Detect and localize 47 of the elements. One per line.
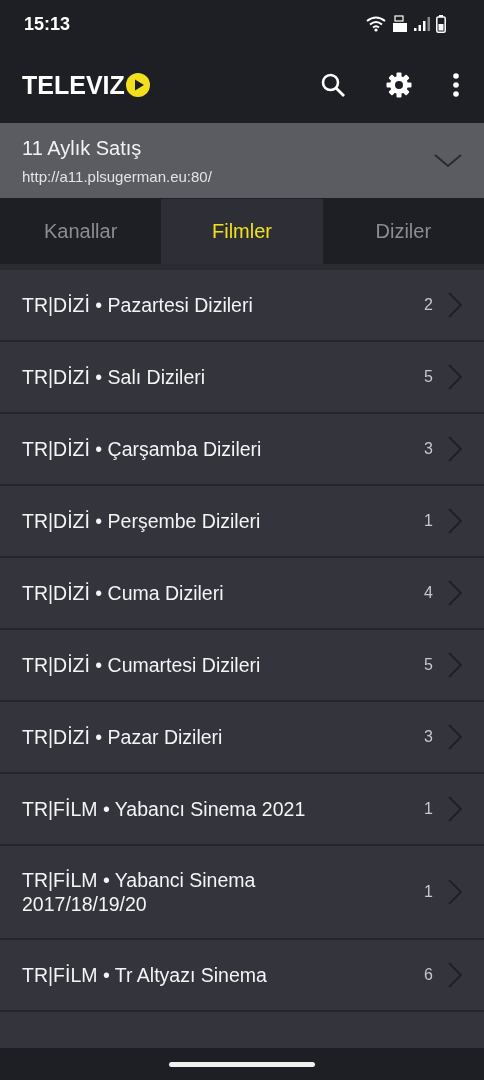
more-icon[interactable] [452,72,460,98]
category-row[interactable]: TR|DİZİ • Cuma Dizileri 4 [0,558,484,630]
category-title: TR|DİZİ • Çarşamba Dizileri [22,437,263,461]
settings-icon[interactable] [386,72,412,98]
category-title: TR|FİLM • Yabancı Sinema 2021 [22,797,307,821]
status-time: 15:13 [24,13,71,35]
item-count: 3 [424,440,434,458]
item-count: 5 [424,656,434,674]
category-title: TR|DİZİ • Perşembe Dizileri [22,509,262,533]
category-title: TR|DİZİ • Pazar Dizileri [22,725,224,749]
category-row[interactable]: TR|FİLM • Yabancı Sinema 2021 1 [0,774,484,846]
item-count: 1 [424,800,434,818]
category-title: TR|FİLM • Tr Altyazı Sinema [22,963,268,987]
category-title: TR|FİLM • Yabanci Sinema 2017/18/19/20 [22,868,257,916]
battery-icon [436,15,446,33]
category-row[interactable]: TR|DİZİ • Çarşamba Dizileri 3 [0,414,484,486]
item-count: 1 [424,512,434,530]
logo-text: TELEVIZ [22,70,125,100]
wifi-icon [366,16,386,32]
item-count: 2 [424,296,434,314]
item-count: 3 [424,728,434,746]
category-row[interactable]: TR|DİZİ • Pazar Dizileri 3 [0,702,484,774]
home-indicator[interactable] [169,1061,315,1067]
search-icon[interactable] [320,72,346,98]
category-row[interactable]: TR|DİZİ • Perşembe Dizileri 1 [0,486,484,558]
item-count: 4 [424,584,434,602]
tab[interactable]: Filmler [161,199,323,264]
server-name: 11 Aylık Satış [22,136,143,160]
item-count: 6 [424,966,434,984]
play-logo-icon [125,73,150,97]
category-row[interactable]: TR|FİLM • Tr Altyazı Sinema 6 [0,940,484,1012]
category-row[interactable]: TR|DİZİ • Pazartesi Dizileri 2 [0,270,484,342]
signal-icon [414,17,430,31]
category-row[interactable]: TR|FİLM • Yabanci Sinema 2017/18/19/20 1 [0,846,484,940]
category-row[interactable]: TR|DİZİ • Cumartesi Dizileri 5 [0,630,484,702]
item-count: 5 [424,368,434,386]
category-title: TR|DİZİ • Cumartesi Dizileri [22,653,262,677]
category-title: TR|DİZİ • Cuma Dizileri [22,581,225,605]
server-selector[interactable]: 11 Aylık Satış http://a11.plsugerman.eu:80/ [0,123,484,198]
server-url: http://a11.plsugerman.eu:80/ [22,167,212,185]
tab[interactable]: Diziler [322,199,484,264]
category-row[interactable]: TR|DİZİ • Salı Dizileri 5 [0,342,484,414]
category-title: TR|DİZİ • Salı Dizileri [22,365,207,389]
chevron-down-icon [434,152,462,169]
category-title: TR|DİZİ • Pazartesi Dizileri [22,293,254,317]
item-count: 1 [424,883,434,901]
tab[interactable]: Kanallar [0,199,162,264]
